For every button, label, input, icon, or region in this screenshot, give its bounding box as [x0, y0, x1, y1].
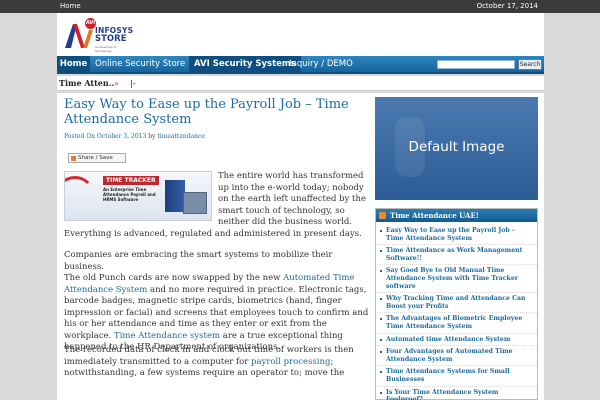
byline-prefix: Posted On [64, 133, 95, 140]
main-nav: Home Online Security Store AVI Security … [57, 56, 544, 74]
list-item[interactable]: Automated time Attendance System [376, 334, 537, 347]
product-image: TIME TRACKER An Enterprise Time Attendan… [64, 171, 212, 221]
device-icon [183, 192, 207, 214]
nav-home[interactable]: Home [57, 56, 90, 72]
search-button[interactable]: Search [518, 59, 542, 70]
widget-header: Time Attendance UAE! [376, 209, 537, 222]
text-line: The entire world has transformed [218, 171, 364, 181]
time-attendance-system-link[interactable]: Time Attendance system [114, 331, 220, 341]
paragraph-3: The recorded data of clock in and clock … [64, 345, 369, 380]
site-logo[interactable]: AVI INFOSYS STORE Accessories of Technol… [63, 18, 133, 53]
list-item[interactable]: Why Tracking Time and Attendance Can Boo… [376, 293, 537, 314]
ticker-separator: |- [130, 79, 136, 88]
nav-inquiry-demo[interactable]: Inquiry / DEMO [289, 56, 353, 72]
text-line: smart touch of technology, so [218, 205, 345, 216]
ticker-label[interactable]: Time Atten.. [59, 76, 114, 91]
share-save-button[interactable]: Share / Save [68, 153, 126, 163]
top-bar: Home October 17, 2014 [0, 0, 600, 13]
list-item[interactable]: The Advantages of Biometric Employee Tim… [376, 313, 537, 334]
nav-avi-security-systems[interactable]: AVI Security Systems [189, 56, 301, 72]
rss-icon[interactable] [379, 212, 386, 219]
widget-link-list: Easy Way to Ease up the Payroll Job – Ti… [376, 225, 537, 400]
text-line: Attendance System and no more required i… [64, 284, 367, 295]
time-tracker-logo: TIME TRACKER [103, 176, 159, 185]
attendance-system-link[interactable]: Attendance System [64, 285, 147, 295]
text-line: Companies are embracing the smart system… [64, 250, 333, 272]
text-line: on the earth left unaffected by the [218, 194, 366, 204]
search-input[interactable] [437, 60, 515, 69]
logo-tagline: Accessories of Technology [95, 45, 117, 53]
text-line: neither did the business world. [218, 217, 353, 227]
list-item[interactable]: Time Attendance as Work Management Softw… [376, 245, 537, 266]
site-header: AVI INFOSYS STORE Accessories of Technol… [57, 13, 544, 56]
post-author-link[interactable]: timeattendance [157, 133, 205, 140]
text-line: barcode badges, magnetic stripe cards, b… [64, 296, 342, 306]
share-label: Share / Save [78, 155, 113, 161]
sidebar-default-image: Default Image [375, 97, 538, 200]
list-item[interactable]: Is Your Time Attendance System Foolproof… [376, 387, 537, 400]
paragraph-1-end: Everything is advanced, regulated and ad… [64, 229, 362, 239]
text-line: The recorded data of clock in and clock … [64, 345, 354, 355]
byline-by: by [148, 133, 156, 140]
default-image-caption: Default Image [408, 139, 505, 155]
text-line: up into the e-world today; nobody [218, 182, 364, 193]
list-item[interactable]: Four Advantages of Automated Time Attend… [376, 346, 537, 367]
text-line: impression or facial) and screens that e… [64, 307, 369, 318]
main-content: Easy Way to Ease up the Payroll Job – Ti… [57, 93, 544, 400]
recent-posts-widget: Time Attendance UAE! Easy Way to Ease up… [375, 208, 538, 400]
post-title[interactable]: Easy Way to Ease up the Payroll Job – Ti… [64, 97, 364, 127]
text-line: notwithstanding, a few systems require a… [64, 368, 345, 378]
list-item[interactable]: Time Attendance Systems for Small Busine… [376, 366, 537, 387]
software-box-icon [165, 180, 185, 212]
top-home-link[interactable]: Home [60, 0, 81, 13]
list-item[interactable]: Easy Way to Ease up the Payroll Job – Ti… [376, 225, 537, 246]
ticker-arrow-icon: » [114, 79, 119, 88]
swoosh-icon [65, 176, 95, 216]
widget-title[interactable]: Time Attendance UAE! [390, 211, 479, 220]
post-date-link[interactable]: October 3, 2013 [97, 133, 146, 140]
nav-online-security-store[interactable]: Online Security Store [95, 56, 185, 72]
payroll-processing-link[interactable]: payroll processing [251, 357, 330, 367]
share-icon [71, 156, 76, 161]
logo-text-store: STORE [95, 34, 127, 44]
text-line: The old Punch cards are now swapped by t… [64, 273, 355, 283]
text-line: workplace. Time Attendance system are a … [64, 330, 343, 341]
list-item[interactable]: Say Good Bye to Old Manual Time Attendan… [376, 265, 537, 294]
text-line: immediately transmitted to a computer fo… [64, 356, 334, 367]
automated-time-link[interactable]: Automated Time [283, 273, 354, 283]
text-line: his or her attendance and time as they e… [64, 319, 327, 329]
current-date: October 17, 2014 [476, 2, 538, 10]
news-ticker: Time Atten.. » |- [57, 76, 544, 91]
product-description: An Enterprise Time Attendance Payroll an… [103, 187, 156, 202]
paragraph-2: Companies are embracing the smart system… [64, 250, 369, 354]
post-byline: Posted On October 3, 2013 by timeattenda… [64, 133, 205, 140]
paragraph-1-wrap: The entire world has transformed up into… [218, 171, 366, 229]
